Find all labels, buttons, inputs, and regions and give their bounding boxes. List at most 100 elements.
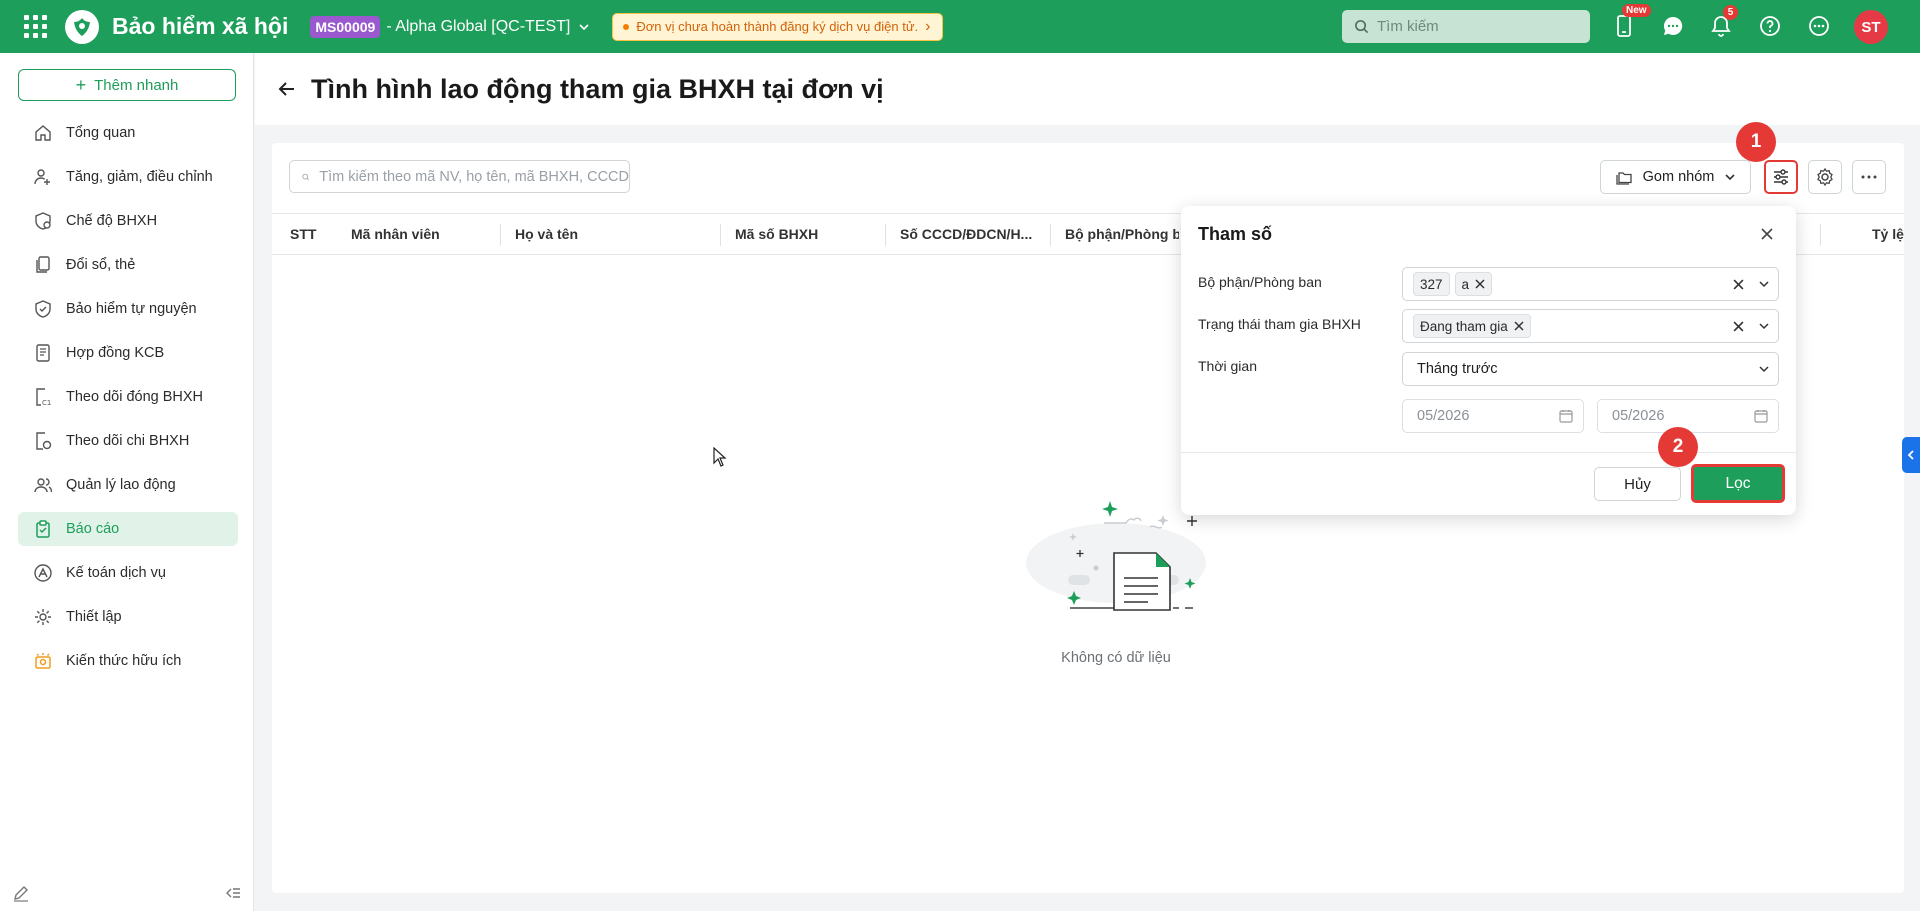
sidebar-item-tang-giam[interactable]: Tăng, giảm, điều chỉnh: [18, 160, 238, 194]
help-icon: [1760, 16, 1780, 36]
column-header: Mã nhân viên: [351, 226, 440, 242]
clipboard-icon: [36, 520, 50, 538]
chevron-right-icon: ›: [925, 17, 931, 35]
global-search-placeholder: Tìm kiếm: [1377, 18, 1439, 35]
dept-select[interactable]: 327 a: [1402, 267, 1779, 301]
apply-filter-button[interactable]: Lọc: [1691, 464, 1785, 503]
remove-tag-icon[interactable]: [1514, 321, 1524, 331]
date-to-input[interactable]: 05/2026: [1597, 399, 1779, 433]
chevron-down-icon[interactable]: [1758, 320, 1770, 332]
chat-button[interactable]: [1657, 10, 1689, 42]
more-horizontal-icon: [1861, 175, 1877, 179]
time-value: Tháng trước: [1417, 361, 1498, 377]
sidebar-item-bao-hiem-tu-nguyen[interactable]: Bảo hiểm tự nguyện: [18, 292, 238, 326]
shield-heart-icon: [35, 212, 51, 230]
sidebar-item-label: Kiến thức hữu ích: [66, 653, 182, 669]
column-header: Mã số BHXH: [735, 226, 819, 242]
quick-add-label: Thêm nhanh: [94, 76, 179, 94]
sidebar-item-hop-dong-kcb[interactable]: Hợp đồng KCB: [18, 336, 238, 370]
page-header: Tình hình lao động tham gia BHXH tại đơn…: [255, 53, 1920, 125]
sidebar-item-label: Hợp đồng KCB: [66, 345, 165, 361]
sidebar-item-label: Thiết lập: [66, 609, 122, 625]
mobile-app-button[interactable]: New: [1608, 4, 1651, 42]
dept-label: Bộ phận/Phòng ban: [1198, 274, 1322, 290]
time-select-actions: [1758, 353, 1770, 385]
close-icon[interactable]: [1759, 226, 1775, 242]
column-header: Tỷ lệ: [1872, 226, 1904, 242]
org-name: - Alpha Global [QC-TEST]: [386, 17, 571, 35]
sidebar-item-che-do[interactable]: Chế độ BHXH: [18, 204, 238, 238]
time-label: Thời gian: [1198, 358, 1257, 374]
status-select[interactable]: Đang tham gia: [1402, 309, 1779, 343]
chevron-down-icon: [1725, 174, 1735, 181]
payout-icon: [36, 432, 52, 450]
help-button[interactable]: [1754, 10, 1786, 42]
c12-icon: C12: [36, 388, 52, 406]
sidebar-item-label: Kế toán dịch vụ: [66, 565, 166, 581]
dept-tag-label: 327: [1420, 276, 1443, 292]
empty-state-text: Không có dữ liệu: [1061, 650, 1171, 666]
org-selector[interactable]: - Alpha Global [QC-TEST]: [386, 18, 590, 36]
edit-icon[interactable]: [12, 884, 30, 902]
sidebar-item-label: Theo dõi đóng BHXH: [66, 389, 204, 405]
quick-add-button[interactable]: + Thêm nhanh: [18, 69, 236, 101]
page-title: Tình hình lao động tham gia BHXH tại đơn…: [311, 73, 884, 104]
date-from-input[interactable]: 05/2026: [1402, 399, 1584, 433]
dept-tag: 327: [1413, 272, 1450, 296]
back-arrow-icon[interactable]: [277, 79, 297, 99]
search-icon: [302, 173, 309, 180]
sidebar: + Thêm nhanh Tổng quan Tăng, giảm, điều …: [0, 53, 254, 911]
status-select-actions: [1733, 310, 1770, 342]
sidebar-item-label: Bảo hiểm tự nguyện: [66, 301, 197, 317]
group-by-label: Gom nhóm: [1642, 169, 1715, 185]
sidebar-item-label: Đổi sổ, thẻ: [66, 257, 136, 273]
plus-icon: +: [75, 75, 87, 95]
sidebar-item-ke-toan[interactable]: Kế toán dịch vụ: [18, 556, 238, 590]
column-divider: [1050, 224, 1051, 246]
notifications-button[interactable]: 5: [1705, 5, 1738, 42]
status-tag: Đang tham gia: [1413, 314, 1531, 338]
sidebar-item-bao-cao[interactable]: Báo cáo: [18, 512, 238, 546]
date-from-value: 05/2026: [1417, 408, 1470, 424]
user-avatar[interactable]: ST: [1854, 10, 1888, 44]
sidebar-item-quan-ly-lao-dong[interactable]: Quản lý lao động: [18, 468, 238, 502]
shield-icon: [35, 300, 51, 318]
sidebar-item-kien-thuc[interactable]: Kiến thức hữu ích: [18, 644, 238, 678]
filter-button[interactable]: [1764, 160, 1798, 194]
gear-icon: [1817, 167, 1833, 187]
cancel-button[interactable]: Hủy: [1594, 467, 1681, 501]
clear-icon[interactable]: [1733, 321, 1744, 332]
clear-icon[interactable]: [1733, 279, 1744, 290]
chevron-down-icon[interactable]: [1758, 278, 1770, 290]
cards-icon: [36, 256, 50, 273]
column-divider: [885, 224, 886, 246]
sidebar-item-tong-quan[interactable]: Tổng quan: [18, 116, 238, 150]
phone-icon: [1617, 15, 1631, 37]
more-options-button[interactable]: [1852, 160, 1886, 194]
sidebar-item-theo-doi-chi[interactable]: Theo dõi chi BHXH: [18, 424, 238, 458]
table-search-input[interactable]: Tìm kiếm theo mã NV, họ tên, mã BHXH, CC…: [289, 160, 630, 193]
global-search-input[interactable]: Tìm kiếm: [1342, 10, 1590, 43]
step-badge-1: 1: [1736, 122, 1776, 162]
sidebar-item-doi-so[interactable]: Đổi sổ, thẻ: [18, 248, 238, 282]
chat-icon: [1663, 16, 1683, 35]
sidebar-item-thiet-lap[interactable]: Thiết lập: [18, 600, 238, 634]
sidebar-nav: Tổng quan Tăng, giảm, điều chỉnh Chế độ …: [18, 116, 238, 688]
app-grid-icon[interactable]: [17, 9, 53, 45]
sidebar-item-theo-doi-dong[interactable]: C12 Theo dõi đóng BHXH: [18, 380, 238, 414]
settings-button[interactable]: [1808, 160, 1842, 194]
table-search-placeholder: Tìm kiếm theo mã NV, họ tên, mã BHXH, CC…: [319, 168, 629, 185]
dept-tag-label: a: [1461, 276, 1470, 292]
column-header: Bộ phận/Phòng ban: [1065, 226, 1179, 242]
remove-tag-icon[interactable]: [1475, 279, 1485, 289]
side-panel-toggle[interactable]: [1902, 437, 1920, 473]
column-header: STT: [290, 226, 317, 242]
more-apps-button[interactable]: [1803, 10, 1835, 42]
calendar-icon: [1754, 410, 1768, 423]
registration-warning[interactable]: Đơn vị chưa hoàn thành đăng ký dịch vụ đ…: [612, 12, 944, 41]
more-circle-icon: [1809, 16, 1829, 36]
group-by-button[interactable]: Gom nhóm: [1600, 160, 1751, 194]
app-logo: [65, 9, 99, 44]
collapse-sidebar-icon[interactable]: [224, 884, 242, 902]
time-select[interactable]: Tháng trước: [1402, 352, 1779, 386]
